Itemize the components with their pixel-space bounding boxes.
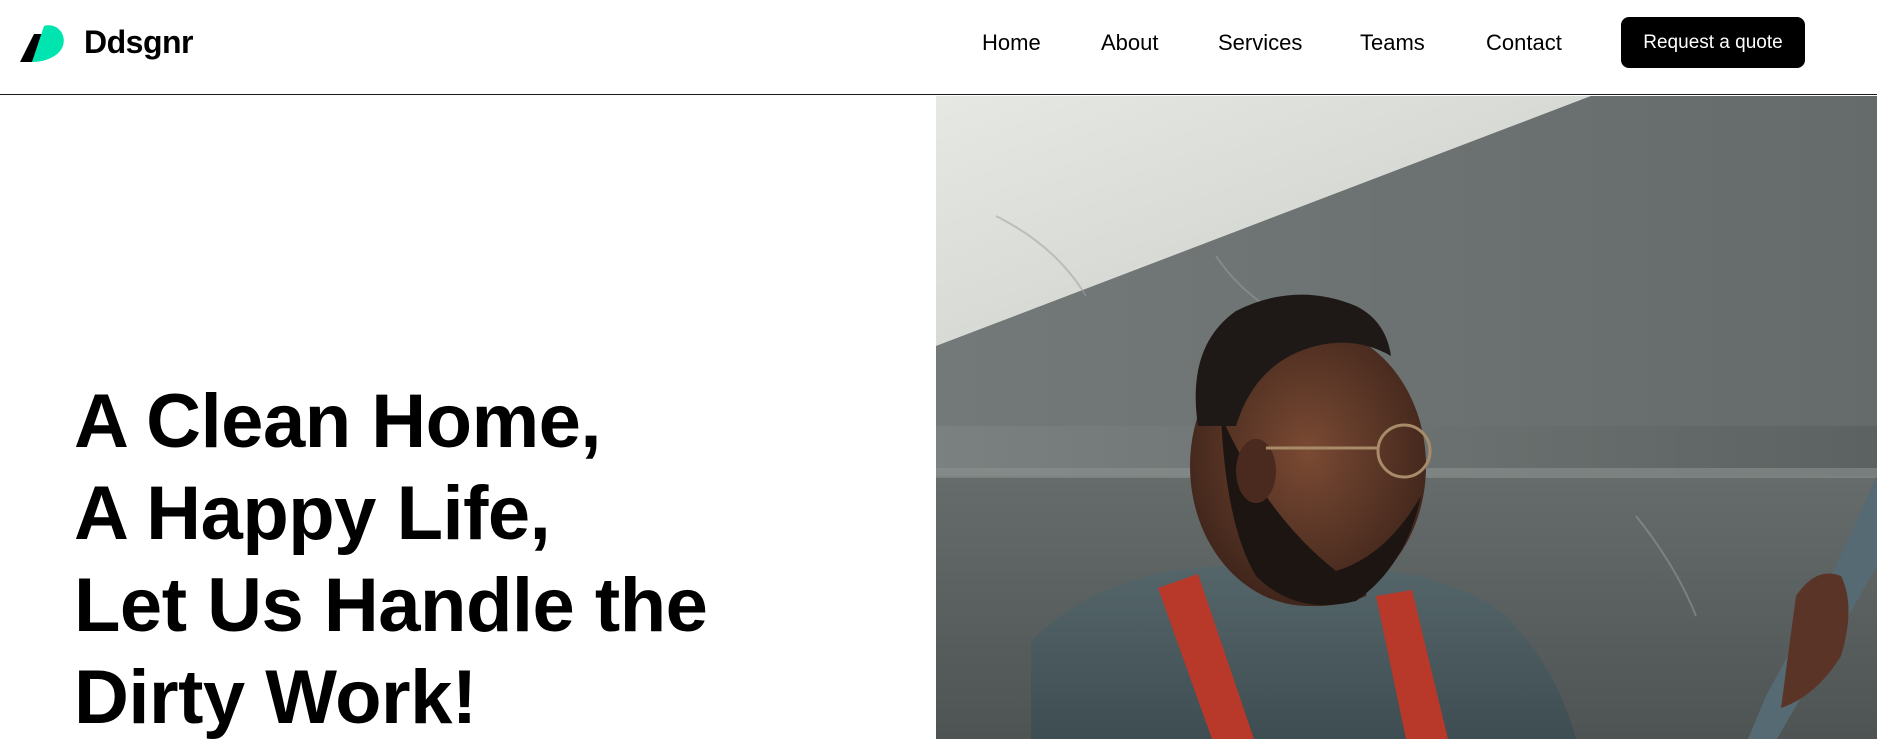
headline-line-2: A Happy Life, <box>74 471 551 556</box>
main-nav: Home About Services Teams Contact <box>0 0 1877 84</box>
request-quote-button[interactable]: Request a quote <box>1621 17 1805 68</box>
hero-image <box>936 96 1877 739</box>
nav-item-home[interactable]: Home <box>982 30 1041 56</box>
headline-line-1: A Clean Home, <box>74 379 602 464</box>
top-navbar: Ddsgnr Home About Services Teams Contact… <box>0 0 1877 95</box>
nav-item-services[interactable]: Services <box>1218 30 1302 56</box>
hero-text-section: A Clean Home, A Happy Life, Let Us Handl… <box>0 96 936 739</box>
nav-item-teams[interactable]: Teams <box>1360 30 1425 56</box>
headline-line-3: Let Us Handle the <box>74 563 708 648</box>
headline-line-4: Dirty Work! <box>74 655 477 739</box>
nav-item-contact[interactable]: Contact <box>1486 30 1562 56</box>
nav-item-about[interactable]: About <box>1101 30 1159 56</box>
hero-headline: A Clean Home, A Happy Life, Let Us Handl… <box>74 376 894 739</box>
